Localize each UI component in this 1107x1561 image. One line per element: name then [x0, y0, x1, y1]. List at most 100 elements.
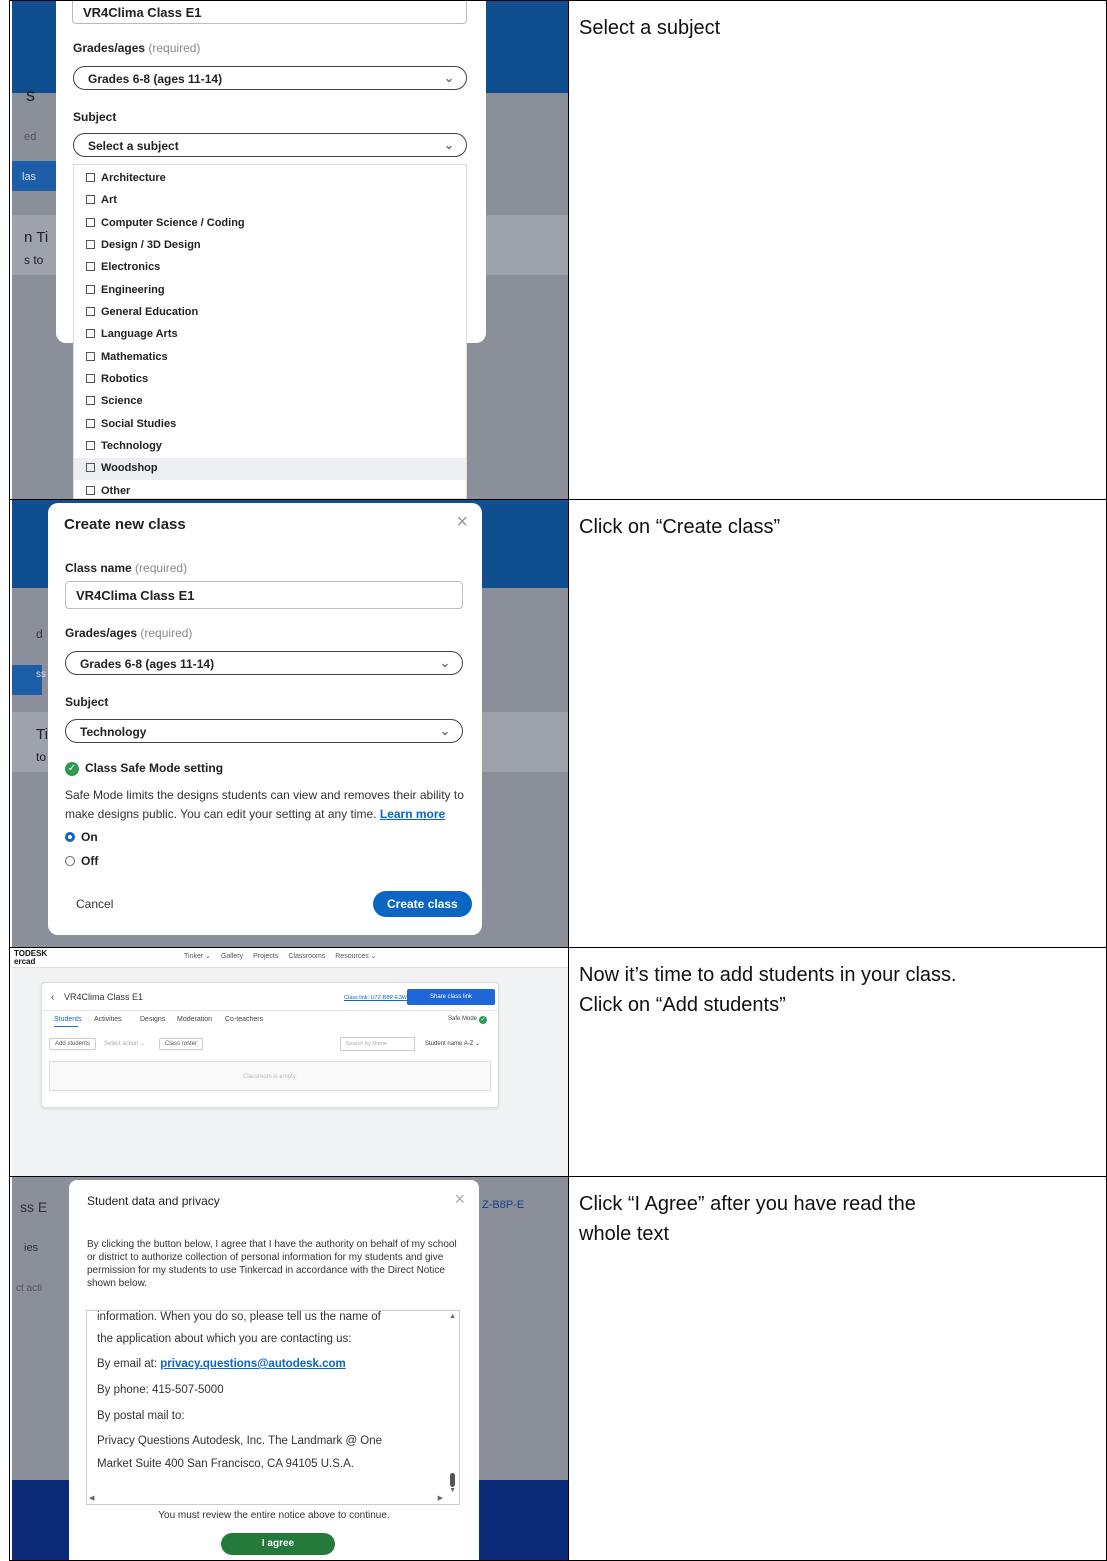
chevron-down-icon: ⌄: [439, 656, 450, 670]
checkbox-icon: [86, 329, 95, 338]
subject-option[interactable]: Technology: [74, 436, 466, 458]
divider: [42, 1010, 498, 1011]
privacy-modal: Student data and privacy × By clicking t…: [69, 1180, 479, 1560]
step-row-3: TODESK ercad Tinker ⌄ Gallery Projects Cl…: [9, 947, 1107, 1177]
safe-mode-off-radio[interactable]: Off: [65, 854, 98, 868]
nav-item[interactable]: Projects: [253, 953, 278, 960]
class-name-field[interactable]: VR4Clima Class E1: [72, 1, 467, 24]
add-students-button[interactable]: Add students: [49, 1038, 97, 1050]
screenshot-cell: TODESK ercad Tinker ⌄ Gallery Projects Cl…: [9, 947, 569, 1177]
subject-option[interactable]: Art: [74, 190, 466, 212]
bg-text-fragment: ies: [24, 1242, 39, 1254]
scrollbar-thumb[interactable]: [450, 1473, 455, 1487]
screenshot-cell: d ss Ti to Create new class × Class name…: [9, 499, 569, 948]
subject-option[interactable]: Engineering: [74, 280, 466, 302]
scroll-right-icon[interactable]: ▶: [438, 1494, 443, 1502]
back-icon[interactable]: ‹: [51, 992, 54, 1003]
search-input[interactable]: Search by Name: [340, 1037, 415, 1051]
active-tab-indicator: [54, 1026, 78, 1027]
safe-mode-on-radio[interactable]: On: [65, 830, 98, 844]
consent-text: By clicking the button below, I agree th…: [87, 1239, 457, 1289]
learn-more-link[interactable]: Learn more: [380, 807, 445, 821]
scroll-up-icon[interactable]: ▲: [449, 1313, 456, 1320]
grades-label: Grades/ages (required): [65, 626, 193, 640]
nav-item[interactable]: Gallery: [221, 953, 243, 960]
subject-option[interactable]: Design / 3D Design: [74, 235, 466, 257]
subject-select[interactable]: Select a subject ⌄: [73, 133, 467, 157]
bg-text-fragment: to: [36, 750, 47, 764]
cancel-button[interactable]: Cancel: [76, 897, 113, 911]
bg-text-fragment: ss E: [20, 1199, 48, 1215]
select-action-dropdown[interactable]: Select action ⌄: [104, 1040, 145, 1047]
grades-label: Grades/ages (required): [73, 41, 201, 55]
subject-option[interactable]: Architecture: [74, 168, 466, 190]
share-class-link-button[interactable]: Share class link: [407, 989, 495, 1005]
create-class-button[interactable]: Create class: [373, 891, 472, 917]
close-icon[interactable]: ×: [456, 511, 468, 534]
tab-co-teachers[interactable]: Co-teachers: [225, 1016, 263, 1023]
subject-option[interactable]: Science: [74, 391, 466, 413]
class-roster-button[interactable]: Class roster: [159, 1038, 204, 1050]
shield-check-icon: ✓: [479, 1016, 487, 1024]
tab-moderation[interactable]: Moderation: [177, 1016, 212, 1023]
checkbox-icon: [86, 396, 95, 405]
subject-option[interactable]: Social Studies: [74, 414, 466, 436]
sort-dropdown[interactable]: Student name A-Z ⌄: [425, 1040, 480, 1047]
bg-text-fragment: n Ti: [24, 229, 49, 246]
close-icon[interactable]: ×: [454, 1189, 465, 1210]
nav-item[interactable]: Tinker ⌄: [184, 953, 211, 960]
step-row-1: s ed las n Ti s to VR4Clima Class E1 Gra…: [9, 0, 1107, 500]
checkbox-icon: [86, 240, 95, 249]
subject-dropdown-screenshot: s ed las n Ti s to VR4Clima Class E1 Gra…: [12, 1, 568, 499]
instruction-cell: Select a subject: [568, 0, 1107, 500]
email-link[interactable]: privacy.questions@autodesk.com: [160, 1358, 345, 1370]
tab-activities[interactable]: Activities: [94, 1016, 122, 1023]
class-name-input[interactable]: VR4Clima Class E1: [65, 581, 463, 609]
subject-dropdown-list: Architecture Art Computer Science / Codi…: [73, 164, 467, 499]
step-instruction: Click “I Agree” after you have read the w…: [579, 1193, 916, 1245]
subject-option[interactable]: Electronics: [74, 257, 466, 279]
subject-option[interactable]: Language Arts: [74, 324, 466, 346]
grades-select[interactable]: Grades 6-8 (ages 11-14) ⌄: [73, 66, 467, 90]
safe-mode-label: Safe Mode: [448, 1016, 478, 1022]
address-line: Privacy Questions Autodesk, Inc. The Lan…: [97, 1435, 383, 1447]
nav-item[interactable]: Resources ⌄: [335, 953, 376, 960]
modal-title: Student data and privacy: [87, 1194, 220, 1208]
email-line: By email at: privacy.questions@autodesk.…: [97, 1358, 346, 1370]
safe-mode-heading: Class Safe Mode setting: [85, 761, 224, 775]
phone-line: By phone: 415-507-5000: [97, 1384, 224, 1396]
site-header: TODESK ercad Tinker ⌄ Gallery Projects Cl…: [12, 948, 568, 968]
screenshot-cell: s ed las n Ti s to VR4Clima Class E1 Gra…: [9, 0, 569, 500]
nav-item[interactable]: Classrooms: [288, 953, 325, 960]
i-agree-button[interactable]: I agree: [221, 1533, 335, 1555]
step-row-4: ss E ies ct acti Z-B8P-E Student data an…: [9, 1176, 1107, 1561]
grades-select[interactable]: Grades 6-8 (ages 11-14) ⌄: [65, 651, 463, 675]
direct-notice-box[interactable]: information. When you do so, please tell…: [86, 1310, 460, 1505]
step-instruction: Select a subject: [579, 17, 721, 39]
subject-select[interactable]: Technology ⌄: [65, 719, 463, 743]
subject-option[interactable]: General Education: [74, 302, 466, 324]
class-link[interactable]: Class link: U7Z-B8P-E3W: [344, 995, 407, 1001]
step-row-2: d ss Ti to Create new class × Class name…: [9, 499, 1107, 948]
scroll-left-icon[interactable]: ◀: [89, 1494, 94, 1502]
checkbox-icon: [86, 374, 95, 383]
scroll-down-icon[interactable]: ▼: [449, 1487, 456, 1494]
checkbox-icon: [86, 195, 95, 204]
checkbox-icon: [86, 441, 95, 450]
checkbox-icon: [86, 419, 95, 428]
safe-mode-description: Safe Mode limits the designs students ca…: [65, 788, 464, 821]
tinkercad-logo: TODESK ercad: [14, 949, 48, 966]
subject-option-highlighted[interactable]: Woodshop: [74, 458, 466, 480]
class-title: VR4Clima Class E1: [64, 992, 144, 1002]
instruction-cell: Now it’s time to add students in your cl…: [568, 947, 1107, 1177]
subject-option[interactable]: Robotics: [74, 369, 466, 391]
document-table: s ed las n Ti s to VR4Clima Class E1 Gra…: [9, 0, 1107, 1561]
radio-icon: [65, 856, 75, 866]
subject-option[interactable]: Computer Science / Coding: [74, 213, 466, 235]
tab-designs[interactable]: Designs: [140, 1016, 165, 1023]
tab-students[interactable]: Students: [54, 1016, 82, 1023]
subject-option[interactable]: Mathematics: [74, 347, 466, 369]
subject-option[interactable]: Other: [74, 481, 466, 499]
create-class-modal: Create new class × Class name (required)…: [48, 503, 482, 935]
radio-selected-icon: [65, 832, 75, 842]
